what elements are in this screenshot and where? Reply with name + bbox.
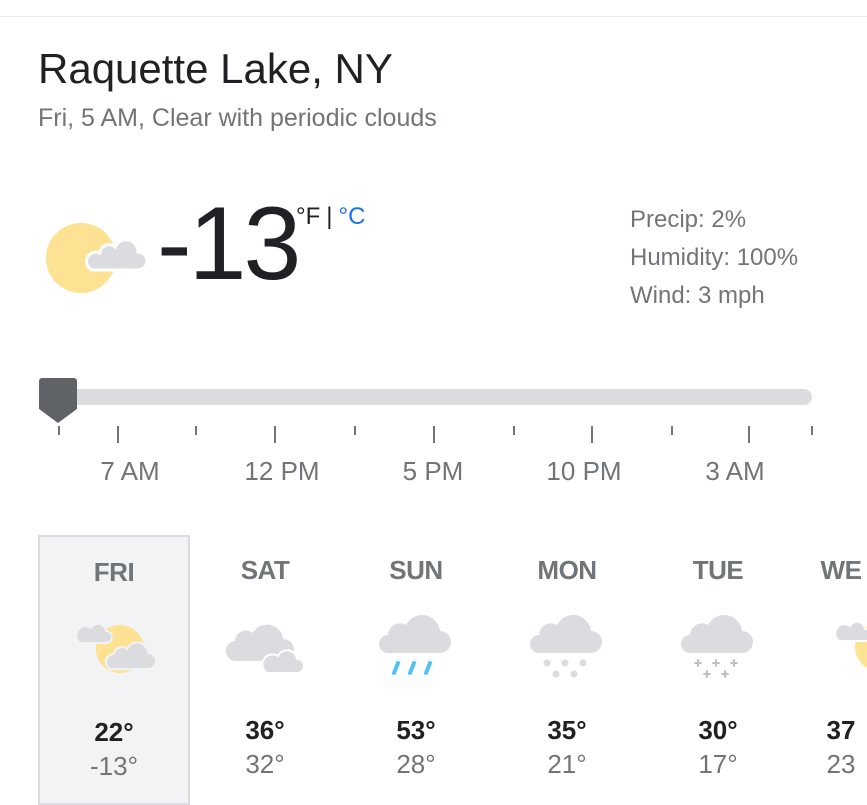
high-temperature: 30° [698,715,738,745]
unit-separator: | [326,203,333,230]
forecast-day-wed[interactable]: WE 37 23 [793,535,867,805]
forecast-day-sat[interactable]: SAT 36° 32° [189,535,341,805]
tick-mark [748,426,750,443]
timeline-labels: 7 AM 12 PM 5 PM 10 PM 3 AM [0,456,867,490]
current-temperature: -13 [157,186,301,302]
tick-mark [591,426,593,443]
day-name: WE [820,555,862,585]
low-temperature: 28° [396,749,436,779]
timeline-ticks [0,420,867,450]
high-temperature: 53° [396,715,436,745]
partly-sunny-icon [834,620,867,668]
time-label: 12 PM [244,456,320,486]
tick-mark [811,426,813,435]
fahrenheit-unit[interactable]: °F [296,203,320,230]
partly-sunny-icon [75,622,157,673]
tick-mark [513,426,515,435]
forecast-day-sun[interactable]: SUN 53° 28° [340,535,492,805]
forecast-day-mon[interactable]: MON 35° 21° [491,535,643,805]
wind-text: Wind: 3 mph [630,282,765,309]
sun-partly-cloudy-icon [46,223,149,293]
time-label: 7 AM [100,456,160,486]
forecast-day-tue[interactable]: TUE 30° 17° [642,535,794,805]
conditions-subtitle: Fri, 5 AM, Clear with periodic clouds [38,104,437,132]
unit-toggle: °F | °C [296,203,365,231]
day-name: TUE [692,555,744,585]
tick-mark [274,426,276,443]
high-temperature: 22° [94,717,134,747]
time-label: 10 PM [546,456,622,486]
low-temperature: -13° [90,751,138,781]
tick-mark [433,426,435,443]
precipitation-text: Precip: 2% [630,206,747,233]
tick-mark [354,426,356,435]
timeline-track[interactable] [44,389,812,405]
weather-details: Precip: 2% Humidity: 100% Wind: 3 mph [630,201,798,315]
tick-mark [117,426,119,443]
low-temperature: 17° [698,749,738,779]
day-name: MON [537,555,597,585]
timeline-slider-handle[interactable] [38,376,78,424]
rain-icon [379,615,451,675]
high-temperature: 36° [245,715,285,745]
time-label: 5 PM [402,456,464,486]
day-name: SUN [389,555,443,585]
top-divider [0,16,867,17]
low-temperature: 32° [245,749,285,779]
humidity-text: Humidity: 100% [630,244,799,271]
day-name: SAT [240,555,290,585]
tick-mark [58,426,60,435]
tick-mark [195,426,197,435]
tick-mark [671,426,673,435]
light-snow-icon [681,615,753,678]
time-label: 3 AM [705,456,765,486]
forecast-day-fri[interactable]: FRI 22° -13° [38,535,190,805]
low-temperature: 23 [826,749,856,779]
low-temperature: 21° [547,749,587,779]
cloudy-icon [225,624,305,674]
high-temperature: 35° [547,715,587,745]
location-title: Raquette Lake, NY [38,45,393,92]
celsius-unit-link[interactable]: °C [339,203,366,230]
high-temperature: 37 [826,715,856,745]
snow-icon [530,615,602,678]
day-name: FRI [93,557,135,587]
